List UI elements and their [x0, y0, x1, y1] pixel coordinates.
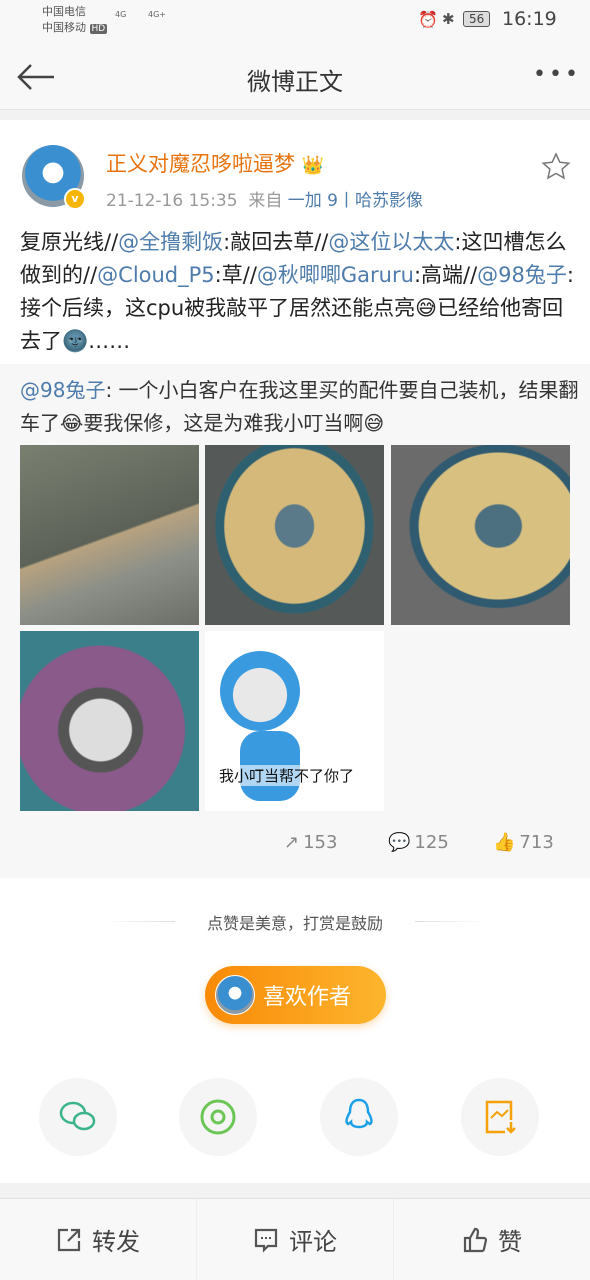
timestamp: 21-12-16 15:35	[106, 191, 238, 211]
retweet-author[interactable]: @98兔子	[20, 378, 105, 402]
meme-caption: 我小叮当帮不了你了	[219, 765, 355, 786]
body-text: :敲回去草//	[223, 230, 329, 254]
battery-indicator: 56	[463, 11, 491, 27]
share-qq-button[interactable]	[320, 1078, 398, 1156]
qq-icon	[345, 1098, 373, 1129]
repost-icon	[57, 1228, 81, 1251]
save-image-button[interactable]	[461, 1078, 539, 1156]
mention-link[interactable]: @这位以太太	[328, 230, 454, 254]
comment-count-text: 125	[414, 832, 449, 853]
source-link[interactable]: 一加 9丨哈苏影像	[288, 191, 423, 211]
alarm-icon: ⏰	[418, 10, 438, 29]
net-1: 4G	[115, 10, 127, 19]
post-meta: 21-12-16 15:35 来自 一加 9丨哈苏影像	[106, 186, 423, 211]
carrier-2: 中国移动	[42, 21, 86, 34]
save-image-icon	[485, 1100, 516, 1134]
mention-link[interactable]: @秋唧唧Garuru	[257, 263, 414, 287]
comment-icon	[254, 1228, 278, 1253]
image-cpu-1[interactable]	[20, 445, 199, 625]
mention-link[interactable]: @全撸剩饭	[118, 230, 223, 254]
like-button[interactable]: 赞	[394, 1199, 590, 1280]
hd-badge: HD	[89, 24, 108, 34]
body-text: :草//	[214, 263, 257, 287]
bottom-action-bar: 转发 评论 赞	[0, 1198, 590, 1280]
like-author-label: 喜欢作者	[263, 985, 352, 1010]
share-wechat-button[interactable]	[39, 1078, 117, 1156]
comment-count[interactable]: 💬 125	[388, 832, 449, 853]
repost-count-text: 153	[303, 832, 338, 853]
crown-badge-icon: 👑	[301, 155, 325, 176]
comment-icon: 💬	[388, 832, 411, 853]
like-count[interactable]: 👍 713	[493, 832, 554, 853]
nav-bar: 微博正文 •••	[0, 50, 590, 110]
image-meme-face[interactable]	[20, 631, 199, 811]
post-body: 复原光线//@全撸剩饭:敲回去草//@这位以太太:这凹槽怎么做到的//@Clou…	[20, 226, 580, 358]
net-2: 4G+	[148, 10, 166, 19]
from-label: 来自	[248, 191, 283, 211]
clock: 16:19	[502, 8, 557, 30]
moments-icon	[200, 1099, 236, 1135]
wechat-icon	[59, 1101, 96, 1131]
page-title: 微博正文	[247, 68, 343, 96]
reward-tagline: 点赞是美意，打赏是鼓励	[206, 914, 383, 933]
mention-link[interactable]: @98兔子	[477, 263, 567, 287]
repost-button[interactable]: 转发	[0, 1199, 197, 1280]
author-name[interactable]: 正义对魔忍哆啦逼梦 👑	[106, 148, 324, 178]
thumb-up-icon	[463, 1227, 488, 1252]
mention-link[interactable]: @Cloud_P5	[97, 263, 215, 287]
share-moments-button[interactable]	[179, 1078, 257, 1156]
bluetooth-icon: ✱	[442, 10, 455, 28]
more-icon[interactable]: •••	[533, 62, 581, 87]
image-cpu-3[interactable]	[391, 445, 570, 625]
like-count-text: 713	[519, 832, 554, 853]
retweet-text: @98兔子: 一个小白客户在我这里买的配件要自己装机，结果翻车了😂要我保修，这是…	[20, 374, 580, 440]
repost-icon: ↗	[284, 832, 300, 853]
body-text: 复原光线//	[20, 230, 119, 254]
like-label: 赞	[498, 1228, 522, 1256]
body-text: :高端//	[413, 263, 478, 287]
repost-count[interactable]: ↗ 153	[284, 832, 337, 853]
verified-icon: v	[64, 188, 86, 210]
status-bar: 中国电信 中国移动 HD 4G 4G+ ⏰ ✱ 56 16:19	[0, 0, 590, 50]
image-cpu-2[interactable]	[205, 445, 384, 625]
comment-label: 评论	[289, 1228, 337, 1256]
comment-button[interactable]: 评论	[197, 1199, 394, 1280]
favorite-star-icon[interactable]	[541, 152, 571, 182]
carrier-1: 中国电信	[42, 5, 86, 18]
thumb-up-icon: 👍	[493, 832, 516, 853]
repost-label: 转发	[92, 1228, 140, 1256]
author-name-text: 正义对魔忍哆啦逼梦	[106, 152, 295, 176]
image-meme-doraemon[interactable]: 我小叮当帮不了你了	[205, 631, 384, 811]
like-author-button[interactable]: 喜欢作者	[205, 966, 386, 1024]
author-avatar-small	[215, 975, 255, 1015]
